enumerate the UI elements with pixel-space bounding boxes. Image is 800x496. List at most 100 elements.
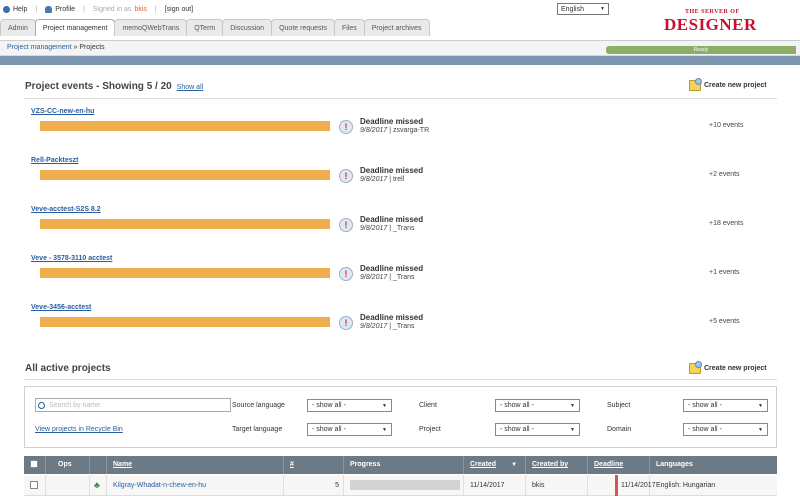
event-progress-bar <box>40 268 330 278</box>
row-icon-cell: ♣ <box>90 475 107 496</box>
col-count[interactable]: # <box>284 456 344 474</box>
profile-icon <box>45 5 53 13</box>
event-user: | trell <box>389 176 405 183</box>
breadcrumb-current: » Projects <box>73 44 105 51</box>
more-events[interactable]: +2 events <box>709 171 740 178</box>
event-user: | _Trans <box>389 323 415 330</box>
event-title: Deadline missed <box>360 215 424 224</box>
client-value: - show all - <box>500 402 534 409</box>
event-title: Deadline missed <box>360 166 424 175</box>
event-progress-bar <box>40 219 330 229</box>
event-progress-bar <box>40 317 330 327</box>
top-bar: Help | Profile | Signed in as bkis | [si… <box>0 0 800 40</box>
target-language-label: Target language <box>232 426 283 433</box>
create-new-project-button[interactable]: Create new project <box>689 361 767 374</box>
event-date: 9/8/2017 <box>360 127 388 134</box>
project-value: - show all - <box>500 426 534 433</box>
divider <box>24 379 777 380</box>
col-created-by[interactable]: Created by <box>526 456 588 474</box>
more-events[interactable]: +5 events <box>709 318 740 325</box>
chevron-down-icon: ▼ <box>570 426 575 433</box>
event-project-link[interactable]: Rell-Packteszt <box>31 157 78 164</box>
col-name[interactable]: Name <box>107 456 284 474</box>
project-tree-icon: ♣ <box>94 480 100 490</box>
more-events[interactable]: +18 events <box>709 220 743 227</box>
tab-admin[interactable]: Admin <box>0 19 36 36</box>
row-created-by: bkis <box>526 475 588 496</box>
tab-qterm[interactable]: QTerm <box>186 19 224 36</box>
language-select-value: English <box>561 5 584 13</box>
client-select[interactable]: - show all - ▼ <box>495 399 580 412</box>
divider <box>24 98 777 99</box>
event-date: 9/8/2017 <box>360 176 388 183</box>
col-created[interactable]: Created ▼ <box>464 456 526 474</box>
event-date: 9/8/2017 <box>360 225 388 232</box>
chevron-down-icon: ▼ <box>758 426 763 433</box>
tab-files[interactable]: Files <box>333 19 365 36</box>
more-events[interactable]: +1 events <box>709 269 740 276</box>
event-project-link[interactable]: Veve - 3578-3110 acctest <box>31 255 112 262</box>
row-checkbox[interactable] <box>30 481 38 490</box>
active-projects-title: All active projects <box>25 363 111 374</box>
tab-quote-requests[interactable]: Quote requests <box>271 19 335 36</box>
target-language-select[interactable]: - show all - ▼ <box>307 423 392 436</box>
help-link[interactable]: Help <box>13 6 27 13</box>
recycle-bin-link[interactable]: View projects in Recycle Bin <box>35 426 123 433</box>
event-user: | _Trans <box>389 274 415 281</box>
deadline-missed-icon: ! <box>339 218 353 232</box>
source-language-select[interactable]: - show all - ▼ <box>307 399 392 412</box>
utility-links: Help | Profile | Signed in as bkis | [si… <box>3 3 193 15</box>
event-project-link[interactable]: Veve-acctest-S2S 8.2 <box>31 206 101 213</box>
event-progress-bar <box>40 170 330 180</box>
chevron-down-icon: ▼ <box>382 426 387 433</box>
show-all-link[interactable]: Show all <box>177 84 203 91</box>
tab-project-management[interactable]: Project management <box>34 19 116 36</box>
breadcrumb-bar: Project management » Projects Ready <box>0 40 800 56</box>
language-select[interactable]: English ▼ <box>557 3 609 15</box>
event-item: Veve - 3578-3110 acctest ! Deadline miss… <box>31 255 781 295</box>
event-user: | _Trans <box>389 225 415 232</box>
project-name-link[interactable]: Kilgray-Whadat-n-chew-en-hu <box>113 482 206 489</box>
subject-value: - show all - <box>688 402 722 409</box>
breadcrumb-parent[interactable]: Project management <box>7 44 72 51</box>
chevron-down-icon: ▼ <box>600 6 605 12</box>
event-item: Rell-Packteszt ! Deadline missed 9/8/201… <box>31 157 781 197</box>
domain-select[interactable]: - show all - ▼ <box>683 423 768 436</box>
profile-link[interactable]: Profile <box>55 6 75 13</box>
event-details: 9/8/2017 | zsvarga-TR <box>360 127 429 134</box>
status-indicator: Ready <box>606 46 796 54</box>
col-deadline[interactable]: Deadline <box>588 456 650 474</box>
event-project-link[interactable]: VZS-CC-new-en-hu <box>31 108 94 115</box>
event-item: Veve-3456-acctest ! Deadline missed 9/8/… <box>31 304 781 344</box>
select-all-checkbox[interactable] <box>30 460 38 469</box>
help-icon <box>3 5 10 13</box>
row-progress-cell <box>344 475 464 496</box>
new-folder-icon <box>689 78 702 91</box>
sort-desc-icon: ▼ <box>511 462 518 468</box>
tab-discussion[interactable]: Discussion <box>222 19 273 36</box>
target-language-value: - show all - <box>312 426 346 433</box>
event-details: 9/8/2017 | _Trans <box>360 323 415 330</box>
main-tabs: Admin Project management memoQWebTrans Q… <box>0 19 430 36</box>
tab-memoqwebtrans[interactable]: memoQWebTrans <box>114 19 188 36</box>
deadline-missed-icon: ! <box>339 267 353 281</box>
events-section-title: Project events - Showing 5 / 20 Show all <box>25 81 203 92</box>
project-select[interactable]: - show all - ▼ <box>495 423 580 436</box>
col-created-label: Created <box>470 461 497 468</box>
more-events[interactable]: +10 events <box>709 122 743 129</box>
subject-label: Subject <box>607 402 631 409</box>
event-details: 9/8/2017 | _Trans <box>360 274 415 281</box>
tab-project-archives[interactable]: Project archives <box>363 19 430 36</box>
header-divider <box>0 56 800 65</box>
row-select-cell <box>24 475 46 496</box>
col-languages: Languages <box>656 461 693 468</box>
event-title: Deadline missed <box>360 313 424 322</box>
event-date: 9/8/2017 <box>360 323 388 330</box>
event-project-link[interactable]: Veve-3456-acctest <box>31 304 91 311</box>
create-new-project-button[interactable]: Create new project <box>689 78 767 91</box>
create-new-project-label: Create new project <box>704 365 767 372</box>
search-input[interactable]: Search by name <box>35 398 231 412</box>
sign-out-link[interactable]: [sign out] <box>165 6 193 13</box>
subject-select[interactable]: - show all - ▼ <box>683 399 768 412</box>
domain-value: - show all - <box>688 426 722 433</box>
